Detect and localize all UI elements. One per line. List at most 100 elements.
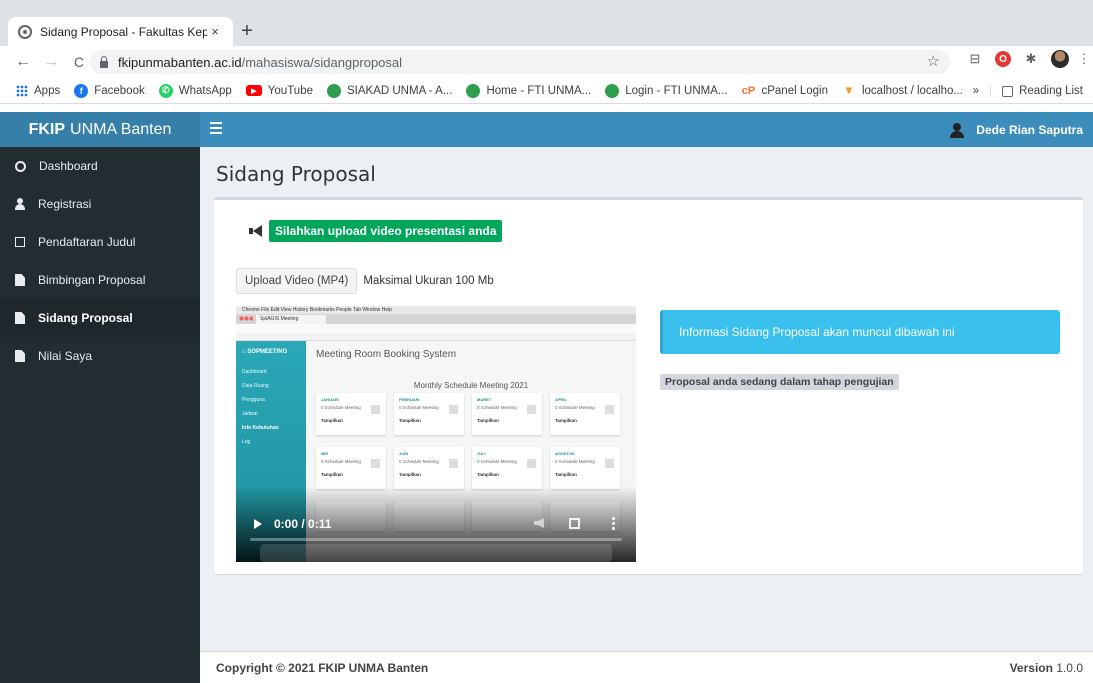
bookmark-facebook[interactable]: f Facebook <box>74 83 145 98</box>
hamburger-menu-icon[interactable] <box>210 122 222 136</box>
video-player[interactable]: Chrome File Edit View History Bookmarks … <box>236 306 636 562</box>
puzzle-extensions-icon[interactable]: ✱ <box>1023 51 1039 67</box>
new-tab-button[interactable]: + <box>236 20 258 42</box>
bookmark-label: localhost / localho... <box>861 84 963 97</box>
video-frame-card: APRIL 0 Schedule Meeting Tampilkan <box>550 393 620 435</box>
version-text: Version 1.0.0 <box>1010 661 1083 675</box>
sidebar-item-nilai-saya[interactable]: Nilai Saya <box>0 337 200 375</box>
card-month: MARET <box>477 397 492 402</box>
reading-list-label: Reading List <box>1019 85 1083 97</box>
video-controls: 0:00 / 0:11 <box>236 512 636 536</box>
upload-video-button[interactable]: Upload Video (MP4) <box>236 268 358 294</box>
dashboard-icon <box>15 160 26 172</box>
card-month: APRIL <box>555 397 567 402</box>
bookmark-label: YouTube <box>267 84 313 97</box>
address-bar[interactable]: fkipunmabanten.ac.id/mahasiswa/sidangpro… <box>90 50 950 74</box>
forward-arrow-icon[interactable]: → <box>40 53 62 71</box>
sidebar-item-label: Pendaftaran Judul <box>38 235 136 249</box>
reading-list-button[interactable]: Reading List <box>1002 85 1083 97</box>
brand-logo[interactable]: FKIP UNMA Banten <box>0 112 200 147</box>
card-action: Tampilkan <box>321 472 343 477</box>
file-icon <box>15 350 25 362</box>
sidebar-item-bimbingan-proposal[interactable]: Bimbingan Proposal <box>0 261 200 299</box>
sidebar-item-dashboard[interactable]: Dashboard <box>0 147 200 185</box>
version-value: 1.0.0 <box>1056 660 1083 675</box>
apps-grid-icon <box>16 84 28 97</box>
bookmarks-overflow-icon[interactable]: » <box>973 85 979 97</box>
bookmark-siakad[interactable]: SIAKAD UNMA - A... <box>327 83 452 98</box>
play-icon[interactable] <box>254 519 262 529</box>
notice-label: Silahkan upload video presentasi anda <box>269 220 503 242</box>
sidebar-item-label: Nilai Saya <box>38 349 93 363</box>
sidebar-item-registrasi[interactable]: Registrasi <box>0 185 200 223</box>
bookmark-login-fti[interactable]: Login - FTI UNMA... <box>605 83 728 98</box>
user-menu[interactable]: Dede Rian Saputra <box>950 112 1083 147</box>
video-frame-tabbar: SplAGIS Meeting <box>236 314 636 324</box>
video-frame-bookmarks <box>236 333 636 341</box>
sidebar-item-pendaftaran-judul[interactable]: Pendaftaran Judul <box>0 223 200 261</box>
user-icon <box>15 198 25 210</box>
close-tab-icon[interactable]: × <box>207 24 223 39</box>
video-frame-card: JUNI 0 Schedule Meeting Tampilkan <box>394 447 464 489</box>
globe-icon <box>18 24 32 39</box>
tab-search-icon[interactable]: ⊟ <box>967 51 983 67</box>
video-frame-side-item: Info Kebutuhan <box>242 425 279 431</box>
card-action: Tampilkan <box>477 418 499 423</box>
video-progress-bar[interactable] <box>250 538 622 541</box>
video-frame-card: JULI 0 Schedule Meeting Tampilkan <box>472 447 542 489</box>
sidebar-item-label: Sidang Proposal <box>38 311 133 325</box>
bookmark-youtube[interactable]: ▶ YouTube <box>245 84 313 97</box>
bookmark-localhost[interactable]: ⩔ localhost / localho... <box>842 84 963 98</box>
edit-icon <box>15 237 25 247</box>
more-options-icon[interactable] <box>612 516 615 530</box>
bullhorn-icon <box>249 225 263 237</box>
video-frame-card: AGUSTUS 0 Schedule Meeting Tampilkan <box>550 447 620 489</box>
whatsapp-icon: ✆ <box>158 83 173 98</box>
sidebar-item-sidang-proposal[interactable]: Sidang Proposal <box>0 299 200 337</box>
bookmark-home-fti[interactable]: Home - FTI UNMA... <box>466 83 592 98</box>
brand-bold: FKIP <box>28 120 66 138</box>
brand-text: UNMA Banten <box>70 120 172 138</box>
adblock-extension-icon[interactable]: O <box>995 51 1011 67</box>
video-frame-side-item: Log <box>242 439 251 445</box>
video-frame-brand-text: SOPMEETING <box>247 349 288 355</box>
status-badge: Proposal anda sedang dalam tahap penguji… <box>660 374 899 390</box>
reading-list-icon <box>1002 85 1014 97</box>
calendar-icon <box>605 459 614 468</box>
bookmark-whatsapp[interactable]: ✆ WhatsApp <box>158 83 232 98</box>
back-arrow-icon[interactable]: ← <box>12 53 34 71</box>
browser-tab[interactable]: Sidang Proposal - Fakultas Kep × <box>8 17 233 46</box>
copyright-text: Copyright © 2021 FKIP UNMA Banten <box>216 660 429 675</box>
video-frame-card: FEBRUARI 0 Schedule Meeting Tampilkan <box>394 393 464 435</box>
bookmark-cpanel[interactable]: cP cPanel Login <box>741 84 828 98</box>
upload-row: Upload Video (MP4) Maksimal Ukuran 100 M… <box>236 268 494 294</box>
lock-icon <box>100 55 108 68</box>
facebook-icon: f <box>74 83 89 98</box>
calendar-icon <box>449 459 458 468</box>
profile-avatar[interactable] <box>1051 50 1069 68</box>
video-frame-side-item: Pengguna <box>242 397 265 403</box>
card-month: JULI <box>477 451 486 456</box>
sidebar-item-label: Registrasi <box>38 197 92 211</box>
content-wrapper: Sidang Proposal Silahkan upload video pr… <box>200 147 1093 651</box>
card-action: Tampilkan <box>321 418 343 423</box>
bookmark-label: Home - FTI UNMA... <box>486 84 592 97</box>
fullscreen-icon[interactable] <box>569 518 580 529</box>
info-callout: Informasi Sidang Proposal akan muncul di… <box>660 310 1060 354</box>
bookmarks-right: » | Reading List <box>973 78 1083 104</box>
card-action: Tampilkan <box>399 418 421 423</box>
volume-icon[interactable] <box>534 518 544 528</box>
card-action: Tampilkan <box>555 472 577 477</box>
tab-title: Sidang Proposal - Fakultas Kep <box>40 24 207 39</box>
file-icon <box>15 274 25 286</box>
footer: Copyright © 2021 FKIP UNMA Banten Versio… <box>200 651 1093 683</box>
kebab-menu-icon[interactable]: ⋮ <box>1078 51 1091 67</box>
bookmark-apps[interactable]: Apps <box>16 84 60 97</box>
calendar-icon <box>371 459 380 468</box>
url-path: /mahasiswa/sidangproposal <box>241 54 403 70</box>
reload-icon[interactable]: C <box>68 54 90 70</box>
calendar-icon <box>371 405 380 414</box>
card-month: MEI <box>321 451 329 456</box>
bookmark-star-icon[interactable]: ☆ <box>927 52 940 70</box>
bookmark-label: Login - FTI UNMA... <box>625 84 728 97</box>
